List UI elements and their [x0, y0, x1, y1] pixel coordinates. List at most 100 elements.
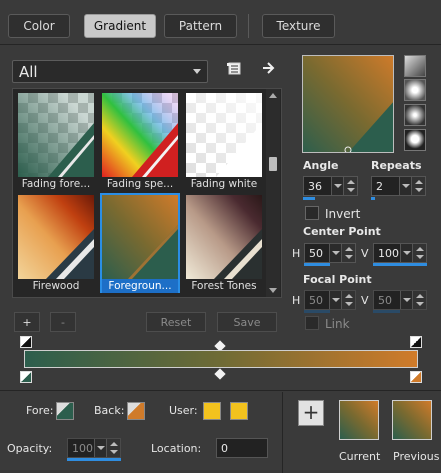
gradient-editor-bar[interactable]: [24, 350, 418, 368]
gradient-thumbnail: [186, 93, 262, 177]
stepper-icon[interactable]: [412, 244, 426, 262]
focal-point-label: Focal Point: [303, 273, 372, 286]
gallery-item-fading-foreground[interactable]: Fading fore...: [16, 91, 96, 191]
dropdown-icon[interactable]: [329, 291, 341, 309]
tab-gradient[interactable]: Gradient: [84, 14, 156, 38]
gallery-item-foreground[interactable]: Foregroun...: [100, 193, 180, 293]
scroll-down-icon[interactable]: [269, 288, 277, 293]
invert-checkbox[interactable]: [305, 206, 319, 220]
gallery-item-fading-spectrum[interactable]: Fading spe...: [100, 91, 180, 191]
opacity-value: 100: [72, 441, 93, 455]
tab-divider: [0, 44, 441, 45]
focal-h-value: 50: [309, 293, 323, 307]
scroll-up-icon[interactable]: [269, 93, 277, 98]
tab-color[interactable]: Color: [8, 14, 70, 38]
center-h-label: H: [292, 247, 301, 260]
gradient-thumbnail: [102, 195, 178, 279]
center-point-label: Center Point: [303, 225, 381, 238]
location-label: Location:: [151, 442, 202, 455]
dropdown-icon[interactable]: [331, 177, 343, 195]
linear-style-button[interactable]: [404, 55, 426, 77]
dropdown-icon[interactable]: [94, 439, 106, 457]
stepper-icon[interactable]: [411, 177, 425, 195]
stepper-icon[interactable]: [341, 291, 355, 309]
focal-h-label: H: [292, 294, 301, 307]
center-v-input[interactable]: 100: [373, 243, 427, 263]
center-h-slider[interactable]: [304, 263, 330, 266]
dropdown-icon[interactable]: [400, 291, 412, 309]
gradient-preview[interactable]: [302, 55, 394, 153]
user-swatch-1[interactable]: [203, 402, 221, 420]
gallery-item-label: Fading spe...: [106, 178, 174, 190]
chevron-down-icon: [193, 69, 201, 74]
link-checkbox[interactable]: [305, 316, 319, 330]
category-selected: All: [19, 62, 38, 81]
focal-v-slider[interactable]: [373, 310, 400, 313]
location-input[interactable]: 0: [216, 438, 268, 458]
scrollbar-thumb[interactable]: [269, 157, 277, 171]
focal-v-input[interactable]: 50: [373, 290, 427, 310]
gradient-options-menu-icon[interactable]: [227, 62, 241, 75]
current-label: Current: [339, 450, 381, 463]
opacity-slider[interactable]: [67, 458, 121, 461]
sunburst-style-button[interactable]: [404, 104, 426, 126]
dropdown-icon[interactable]: [400, 244, 412, 262]
arrow-right-icon[interactable]: [262, 62, 276, 74]
gradient-thumbnail: [18, 93, 94, 177]
add-to-swatches-button[interactable]: +: [298, 400, 324, 426]
bottom-left-stop-icon[interactable]: [20, 371, 32, 383]
bottom-right-stop-icon[interactable]: [410, 371, 422, 383]
focal-h-input[interactable]: 50: [304, 290, 356, 310]
top-left-stop-icon[interactable]: [20, 336, 32, 348]
gallery-item-label: Fading fore...: [21, 178, 91, 190]
stepper-icon[interactable]: [412, 291, 426, 309]
user-swatch-2[interactable]: [230, 402, 248, 420]
gallery-item-forest-tones[interactable]: Forest Tones: [184, 193, 264, 293]
reset-button[interactable]: Reset: [146, 312, 206, 332]
center-h-input[interactable]: 50: [304, 243, 356, 263]
gallery-item-fading-white[interactable]: Fading white: [184, 91, 264, 191]
radial-style-button[interactable]: [404, 129, 426, 151]
remove-gradient-button[interactable]: -: [50, 312, 76, 332]
dropdown-icon[interactable]: [399, 177, 411, 195]
stepper-icon[interactable]: [106, 439, 120, 457]
gallery-item-label: Firewood: [32, 280, 80, 292]
dropdown-icon[interactable]: [329, 244, 341, 262]
gallery-item-label: Fading white: [190, 178, 258, 190]
center-v-slider[interactable]: [373, 263, 427, 266]
repeats-label: Repeats: [371, 159, 422, 172]
repeats-slider[interactable]: [371, 197, 375, 200]
angle-input[interactable]: 36: [303, 176, 358, 196]
repeats-value: 2: [376, 179, 383, 193]
angle-slider[interactable]: [303, 197, 315, 200]
center-v-value: 100: [378, 246, 399, 260]
tab-pattern[interactable]: Pattern: [164, 14, 237, 38]
repeats-input[interactable]: 2: [371, 176, 426, 196]
top-right-stop-icon[interactable]: [410, 336, 422, 348]
back-swatch[interactable]: [127, 402, 145, 420]
opacity-input[interactable]: 100: [67, 438, 121, 458]
rectangular-style-button[interactable]: [404, 79, 426, 101]
focal-h-slider[interactable]: [304, 310, 330, 313]
link-label: Link: [325, 317, 350, 331]
gallery-item-firewood[interactable]: Firewood: [16, 193, 96, 293]
previous-swatch[interactable]: [392, 400, 432, 440]
gradient-thumbnail: [102, 93, 178, 177]
save-button[interactable]: Save: [217, 312, 277, 332]
bottom-midpoint-handle[interactable]: [214, 368, 226, 380]
stepper-icon[interactable]: [341, 244, 355, 262]
current-swatch[interactable]: [339, 400, 379, 440]
back-label: Back:: [94, 404, 125, 417]
tab-texture[interactable]: Texture: [262, 14, 335, 38]
location-value: 0: [221, 441, 228, 455]
divider-vertical: [282, 392, 283, 473]
angle-label: Angle: [303, 159, 339, 172]
angle-value: 36: [308, 179, 322, 193]
fore-swatch[interactable]: [56, 402, 74, 420]
gallery-scrollbar[interactable]: [266, 89, 280, 297]
add-gradient-button[interactable]: +: [14, 312, 40, 332]
category-dropdown[interactable]: All: [12, 60, 208, 83]
opacity-label: Opacity:: [7, 442, 53, 455]
stepper-icon[interactable]: [343, 177, 357, 195]
section-divider: [0, 390, 441, 391]
